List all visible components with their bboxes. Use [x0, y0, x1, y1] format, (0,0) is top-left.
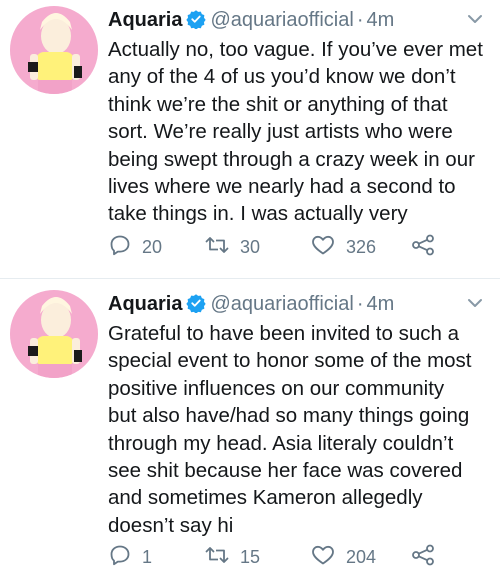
- tweet-text-line: sort. We’re really just artists who were: [108, 120, 453, 144]
- tweet-text-line: lives where we nearly had a second to: [108, 175, 456, 199]
- like-count: 326: [346, 237, 377, 257]
- like-count: 204: [346, 547, 377, 567]
- tweet-text: Grateful to have been invited to such a …: [108, 320, 488, 539]
- author-name[interactable]: Aquaria: [108, 293, 182, 315]
- avatar[interactable]: [10, 6, 98, 94]
- retweet-icon: [204, 543, 230, 572]
- timestamp[interactable]: 4m: [367, 9, 395, 31]
- verified-badge-icon: [186, 9, 207, 37]
- reply-button[interactable]: 20: [108, 234, 162, 260]
- reply-icon: [108, 233, 132, 262]
- author-handle[interactable]: @aquariaofficial: [210, 293, 353, 315]
- separator: ·: [356, 293, 364, 315]
- share-icon: [410, 543, 436, 572]
- tweet[interactable]: Aquaria @aquariaofficial · 4m Actually no, …: [0, 6, 500, 276]
- tweet-header: Aquaria @aquariaofficial · 4m: [108, 6, 488, 34]
- author-name[interactable]: Aquaria: [108, 9, 182, 31]
- tweet-header: Aquaria @aquariaofficial · 4m: [108, 290, 488, 318]
- tweet-text-line: but also have/had so many things going: [108, 404, 470, 428]
- separator: ·: [356, 9, 364, 31]
- tweet-text-line: special event to honor some of the most: [108, 349, 472, 373]
- retweet-button[interactable]: 15: [204, 544, 260, 570]
- author-handle[interactable]: @aquariaofficial: [210, 9, 353, 31]
- retweet-button[interactable]: 30: [204, 234, 260, 260]
- reply-count: 1: [142, 547, 153, 567]
- share-icon: [410, 233, 436, 262]
- like-icon: [310, 233, 336, 262]
- tweet-text-line: think we’re the shit or anything of that: [108, 92, 448, 116]
- reply-button[interactable]: 1: [108, 544, 152, 570]
- tweet-text-line: see shit because her face was covered: [108, 459, 463, 483]
- tweet-text: Actually no, too vague. If you’ve ever m…: [108, 36, 488, 228]
- retweet-icon: [204, 233, 230, 262]
- divider: [0, 278, 500, 279]
- timestamp[interactable]: 4m: [367, 293, 395, 315]
- tweet-text-line: any of the 4 of us you’d know we don’t: [108, 65, 456, 89]
- retweet-count: 30: [240, 237, 261, 257]
- tweet-text-line: Actually no, too vague. If you’ve ever m…: [108, 38, 483, 61]
- verified-badge-icon: [186, 293, 207, 321]
- reply-icon: [108, 543, 132, 572]
- tweet-text-line: positive influences on our community: [108, 376, 445, 400]
- chevron-down-icon[interactable]: [466, 10, 484, 33]
- tweet[interactable]: Aquaria @aquariaofficial · 4m Grateful to h…: [0, 290, 500, 580]
- reply-count: 20: [142, 237, 163, 257]
- like-icon: [310, 543, 336, 572]
- like-button[interactable]: 204: [310, 544, 376, 570]
- tweet-text-line: being swept through a crazy week in our: [108, 147, 475, 171]
- avatar[interactable]: [10, 290, 98, 378]
- tweet-text-line: through my head. Asia literaly couldn’t: [108, 431, 454, 455]
- tweet-actions: 20 30 326: [108, 234, 488, 260]
- share-button[interactable]: [410, 544, 436, 570]
- retweet-count: 15: [240, 547, 261, 567]
- tweet-actions: 1 15 204: [108, 544, 488, 570]
- tweet-text-line: Grateful to have been invited to such a: [108, 322, 460, 345]
- tweet-text-line: doesn’t say hi: [108, 513, 234, 537]
- like-button[interactable]: 326: [310, 234, 376, 260]
- tweet-text-line: and sometimes Kameron allegedly: [108, 486, 423, 510]
- share-button[interactable]: [410, 234, 436, 260]
- chevron-down-icon[interactable]: [466, 294, 484, 317]
- tweet-text-line: take things in. I was actually very: [108, 202, 408, 226]
